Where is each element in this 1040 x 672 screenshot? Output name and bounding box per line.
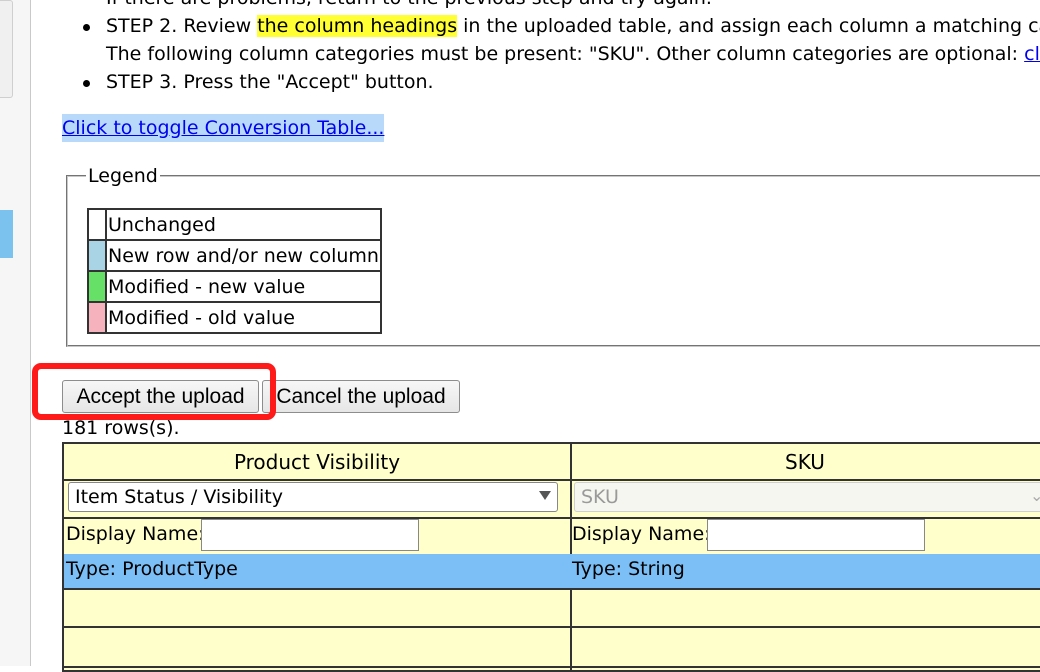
legend-row-new: New row and/or new column (87, 239, 382, 272)
legend-table: Unchanged New row and/or new column Modi… (87, 208, 382, 334)
display-name-input[interactable] (707, 519, 925, 551)
display-name-label: Display Name: (572, 523, 711, 545)
rows-count: 181 rows(s). (62, 417, 180, 439)
left-rail (0, 0, 31, 666)
new-row-swatch (87, 239, 107, 272)
legend-label: Modified - new value (105, 270, 382, 303)
cancel-upload-button[interactable]: Cancel the upload (262, 380, 460, 413)
conversion-table: Product Visibility Item Status / Visibil… (62, 442, 1040, 672)
toggle-conversion-table-link[interactable]: Click to toggle Conversion Table... (62, 114, 385, 142)
step-2-line-2: The following column categories must be … (106, 40, 1040, 68)
display-name-cell: Display Name: (570, 517, 1040, 556)
legend-row-modified-new: Modified - new value (87, 270, 382, 303)
legend-label: Unchanged (105, 208, 382, 241)
legend-box: Legend Unchanged New row and/or new colu… (66, 166, 1040, 347)
optional-categories-link[interactable]: clic (1024, 43, 1040, 65)
category-select-cell: SKU ⌄ (570, 479, 1040, 519)
type-cell: Type: ProductType (64, 554, 570, 590)
legend-title: Legend (88, 165, 158, 187)
dropdown-caret-icon (539, 491, 551, 500)
column-sku: SKU SKU ⌄ Display Name: Type: String (570, 444, 1040, 670)
category-select[interactable]: SKU ⌄ (574, 482, 1040, 512)
step-2: STEP 2. Review the column headings in th… (83, 12, 1040, 40)
type-cell: Type: String (570, 554, 1040, 590)
legend-label: Modified - old value (105, 301, 382, 334)
legend-row-unchanged: Unchanged (87, 208, 382, 241)
modified-new-swatch (87, 270, 107, 303)
display-name-label: Display Name: (66, 523, 205, 545)
rail-panel[interactable] (0, 0, 13, 98)
data-cell (64, 588, 570, 628)
category-select-cell: Item Status / Visibility (64, 479, 570, 519)
accept-button-highlight-annotation (32, 363, 276, 420)
legend-row-modified-old: Modified - old value (87, 301, 382, 334)
unchanged-swatch (87, 208, 107, 241)
column-product-visibility: Product Visibility Item Status / Visibil… (64, 444, 572, 670)
data-cell (570, 626, 1040, 668)
highlighted-column-headings: the column headings (257, 15, 458, 37)
column-header: SKU (570, 444, 1040, 481)
column-header: Product Visibility (64, 444, 570, 481)
data-cell (64, 626, 570, 668)
step-1-fragment: If there are problems, return to the pre… (106, 0, 1040, 12)
data-cell (570, 588, 1040, 628)
display-name-input[interactable] (201, 519, 419, 551)
rail-marker[interactable] (0, 210, 13, 258)
step-3: STEP 3. Press the "Accept" button. (83, 68, 1040, 96)
legend-label: New row and/or new column (105, 239, 382, 272)
chevron-down-icon: ⌄ (1030, 486, 1040, 505)
display-name-cell: Display Name: (64, 517, 570, 556)
instructions-list: If there are problems, return to the pre… (83, 0, 1040, 96)
modified-old-swatch (87, 301, 107, 334)
category-select[interactable]: Item Status / Visibility (68, 482, 558, 512)
